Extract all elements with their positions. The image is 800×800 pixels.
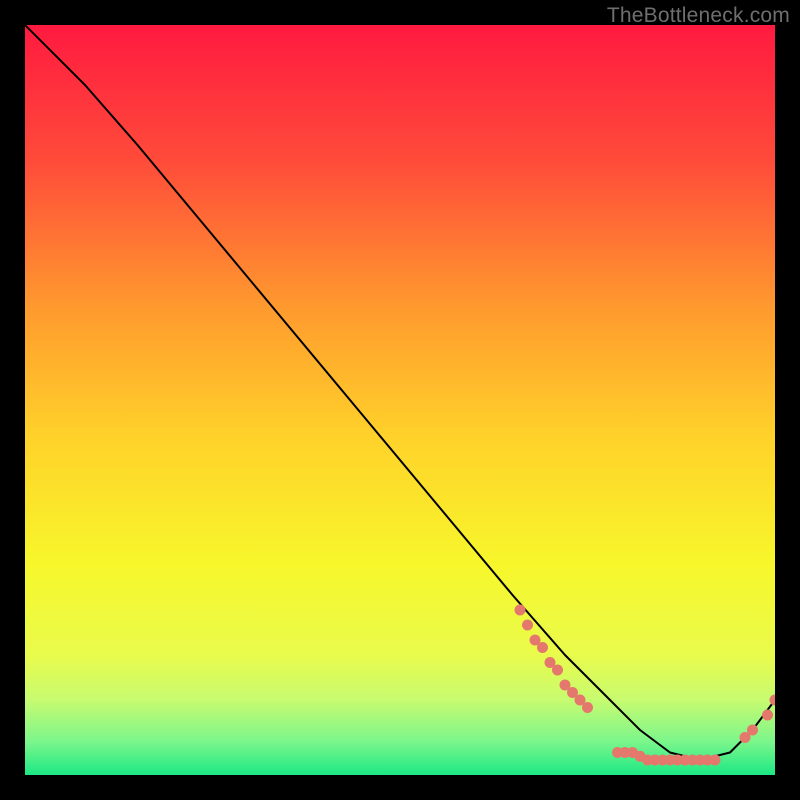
point-dots-descent [552, 665, 563, 676]
point-dots-valley [710, 755, 721, 766]
chart-plot [25, 25, 775, 775]
point-dots-descent [582, 702, 593, 713]
point-dots-descent [515, 605, 526, 616]
point-dots-rise [762, 710, 773, 721]
point-dots-rise [747, 725, 758, 736]
chart-stage: TheBottleneck.com [0, 0, 800, 800]
point-dots-descent [522, 620, 533, 631]
chart-svg [25, 25, 775, 775]
point-dots-descent [537, 642, 548, 653]
watermark-text: TheBottleneck.com [607, 4, 790, 28]
gradient-rect [25, 25, 775, 775]
